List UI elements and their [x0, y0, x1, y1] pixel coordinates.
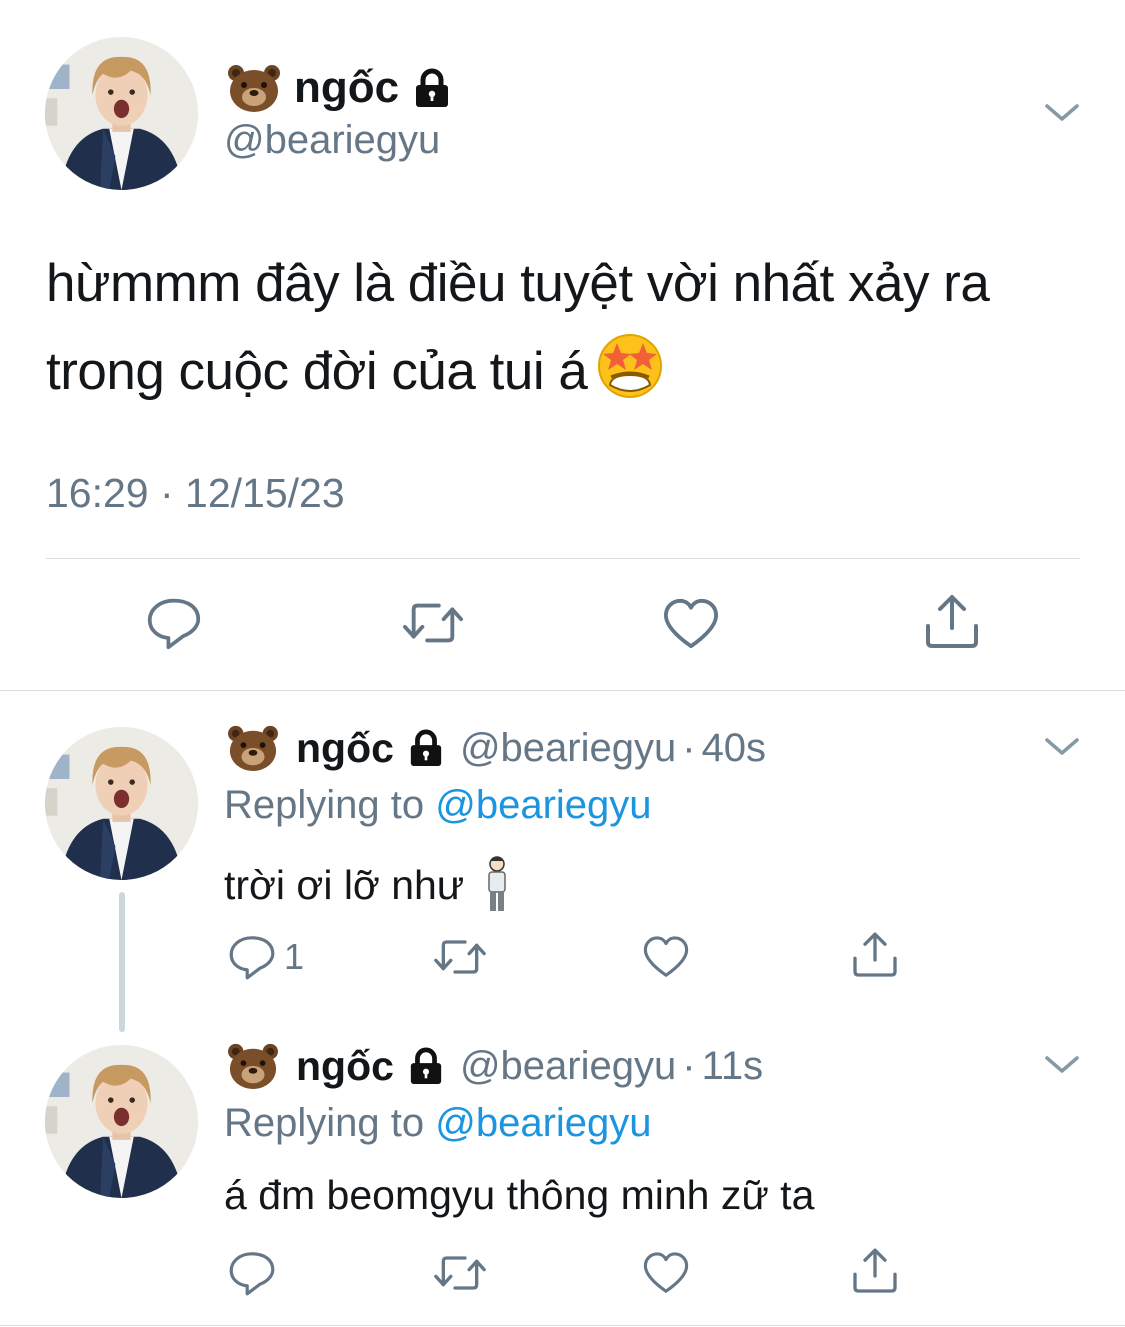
- display-name: ngốc: [294, 63, 400, 112]
- chevron-down-icon[interactable]: [1044, 736, 1080, 756]
- replying-to: Replying to @beariegyu: [224, 1101, 652, 1146]
- retweet-button[interactable]: [432, 932, 488, 982]
- retweet-icon: [403, 603, 463, 643]
- thread-connector: [119, 892, 125, 1032]
- like-icon: [663, 598, 719, 649]
- display-name[interactable]: ngốc: [296, 725, 394, 772]
- reply-text: á đm beomgyu thông minh zữ ta: [224, 1172, 814, 1219]
- reply-body: á đm beomgyu thông minh zữ ta: [224, 1172, 815, 1218]
- like-icon: [643, 1252, 689, 1293]
- person-standing-emoji: [488, 856, 507, 911]
- reply-button[interactable]: [228, 1248, 284, 1298]
- like-button[interactable]: [642, 1250, 690, 1296]
- share-icon: [853, 932, 897, 977]
- separator: ·: [682, 1043, 696, 1088]
- separator: ·: [682, 725, 696, 770]
- bear-emoji: [228, 725, 278, 772]
- reply-button[interactable]: [146, 593, 202, 653]
- lock-icon: [408, 1047, 444, 1085]
- share-icon: [926, 595, 978, 648]
- reply-button[interactable]: 1: [228, 932, 304, 982]
- chevron-down-icon[interactable]: [1044, 102, 1080, 122]
- time-ago[interactable]: 11s: [702, 1044, 764, 1089]
- reply-icon: [229, 936, 275, 980]
- user-handle[interactable]: @beariegyu: [460, 1044, 676, 1089]
- divider: [0, 1325, 1125, 1326]
- avatar[interactable]: [45, 1045, 198, 1198]
- reply-header: ngốc @beariegyu · 40s: [226, 720, 766, 776]
- lock-icon: [413, 68, 451, 108]
- share-button[interactable]: [922, 592, 982, 652]
- reply-icon: [229, 1252, 275, 1296]
- tweet-body: hừmmm đây là điều tuyệt vời nhất xảy ra …: [46, 254, 990, 401]
- reply-body: trời ơi lỡ như: [224, 862, 465, 908]
- like-icon: [643, 936, 689, 977]
- chevron-down-icon[interactable]: [1044, 1054, 1080, 1074]
- display-name[interactable]: ngốc: [296, 1043, 394, 1090]
- share-button[interactable]: [850, 1246, 900, 1296]
- share-icon: [853, 1248, 897, 1293]
- divider: [0, 690, 1125, 691]
- retweet-icon: [434, 940, 486, 974]
- share-button[interactable]: [850, 930, 900, 980]
- time-ago[interactable]: 40s: [702, 726, 767, 771]
- like-button[interactable]: [662, 596, 720, 652]
- user-handle[interactable]: @beariegyu: [460, 726, 676, 771]
- retweet-button[interactable]: [432, 1248, 488, 1298]
- replying-handle-link[interactable]: @beariegyu: [435, 1101, 651, 1145]
- like-button[interactable]: [642, 934, 690, 980]
- reply-count: 1: [284, 936, 305, 977]
- reply-icon: [147, 598, 201, 650]
- bear-emoji: [228, 1043, 278, 1090]
- tweet-timestamp[interactable]: 16:29 · 12/15/23: [46, 470, 345, 517]
- tweet-text: hừmmm đây là điều tuyệt vời nhất xảy ra …: [46, 240, 1096, 416]
- star-struck-emoji: [598, 334, 663, 398]
- avatar[interactable]: [45, 37, 198, 190]
- user-handle[interactable]: @beariegyu: [224, 118, 440, 163]
- divider: [46, 558, 1080, 559]
- reply-header: ngốc @beariegyu · 11s: [226, 1038, 763, 1094]
- lock-icon: [408, 729, 444, 767]
- avatar[interactable]: [45, 727, 198, 880]
- retweet-button[interactable]: [400, 594, 466, 652]
- replying-prefix: Replying to: [224, 1101, 425, 1145]
- replying-prefix: Replying to: [224, 783, 425, 827]
- replying-handle-link[interactable]: @beariegyu: [435, 783, 651, 827]
- retweet-icon: [434, 1256, 486, 1290]
- reply-text: trời ơi lỡ như: [224, 855, 512, 913]
- bear-emoji: [228, 65, 280, 112]
- user-name[interactable]: ngốc: [226, 58, 451, 118]
- replying-to: Replying to @beariegyu: [224, 783, 652, 828]
